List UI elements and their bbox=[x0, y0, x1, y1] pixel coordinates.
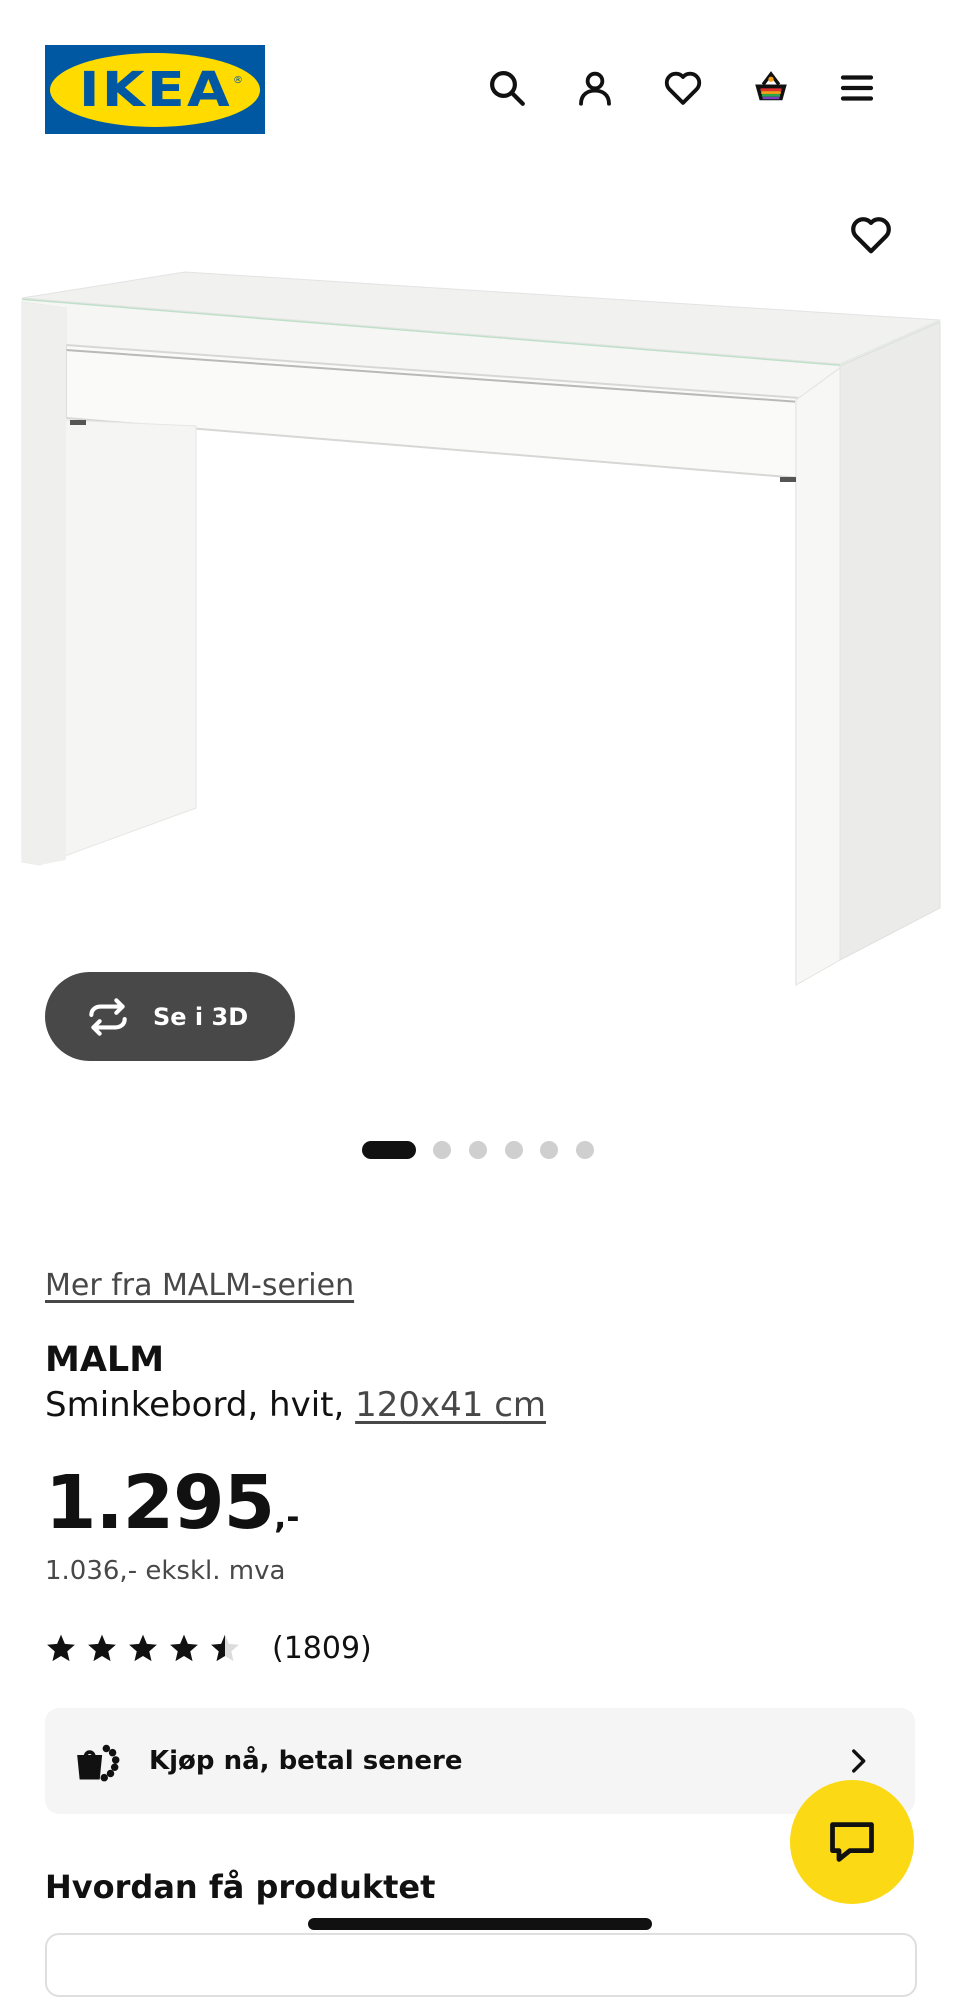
series-link[interactable]: Mer fra MALM-serien bbox=[45, 1268, 354, 1303]
logo-oval: IKEA bbox=[50, 52, 260, 127]
ikea-logo[interactable]: IKEA ® bbox=[45, 45, 265, 134]
carousel-dot-1[interactable] bbox=[362, 1141, 416, 1159]
price-ex-vat: 1.036,- ekskl. mva bbox=[45, 1556, 286, 1586]
delivery-option-card[interactable] bbox=[45, 1933, 917, 1997]
rating-count: (1809) bbox=[272, 1630, 372, 1666]
carousel-dot-2[interactable] bbox=[433, 1141, 451, 1159]
view-in-3d-label: Se i 3D bbox=[153, 1002, 249, 1031]
add-to-favourites-icon[interactable] bbox=[848, 212, 894, 258]
home-indicator bbox=[308, 1918, 652, 1930]
logo-registered-mark: ® bbox=[233, 75, 243, 86]
star-full-icon bbox=[47, 1634, 75, 1662]
bag-installment-icon bbox=[77, 1744, 120, 1782]
logo-text: IKEA bbox=[78, 61, 232, 118]
menu-icon[interactable] bbox=[831, 62, 883, 114]
star-full-icon bbox=[88, 1634, 116, 1662]
rotate-3d-icon bbox=[89, 997, 127, 1036]
price: 1.295,- bbox=[45, 1460, 300, 1546]
chat-button[interactable] bbox=[790, 1780, 914, 1904]
delivery-heading: Hvordan få produktet bbox=[45, 1868, 436, 1906]
carousel-dot-4[interactable] bbox=[505, 1141, 523, 1159]
star-full-icon bbox=[129, 1634, 157, 1662]
search-icon[interactable] bbox=[481, 62, 533, 114]
size-link[interactable]: 120x41 cm bbox=[355, 1385, 546, 1425]
account-icon[interactable] bbox=[569, 62, 621, 114]
buy-now-pay-later-label: Kjøp nå, betal senere bbox=[149, 1746, 463, 1776]
price-integer: 1.295 bbox=[45, 1460, 275, 1546]
carousel-dot-6[interactable] bbox=[576, 1141, 594, 1159]
price-suffix: ,- bbox=[274, 1498, 300, 1536]
star-half-icon bbox=[211, 1634, 239, 1662]
product-name: MALM bbox=[45, 1340, 165, 1380]
buy-now-pay-later-banner[interactable]: Kjøp nå, betal senere bbox=[45, 1708, 915, 1814]
carousel-dot-5[interactable] bbox=[540, 1141, 558, 1159]
header: IKEA ® bbox=[0, 0, 960, 175]
rating[interactable]: (1809) bbox=[45, 1628, 372, 1668]
view-in-3d-button[interactable]: Se i 3D bbox=[45, 972, 295, 1061]
product-image[interactable] bbox=[0, 260, 960, 1000]
product-description: Sminkebord, hvit, 120x41 cm bbox=[45, 1385, 546, 1425]
favourites-icon[interactable] bbox=[657, 62, 709, 114]
chat-icon bbox=[830, 1822, 874, 1862]
chevron-right-icon bbox=[852, 1749, 866, 1773]
product-type: Sminkebord, hvit, bbox=[45, 1385, 345, 1425]
carousel-dot-3[interactable] bbox=[469, 1141, 487, 1159]
star-full-icon bbox=[170, 1634, 198, 1662]
basket-icon[interactable] bbox=[745, 62, 797, 114]
carousel-dots bbox=[0, 1140, 960, 1160]
